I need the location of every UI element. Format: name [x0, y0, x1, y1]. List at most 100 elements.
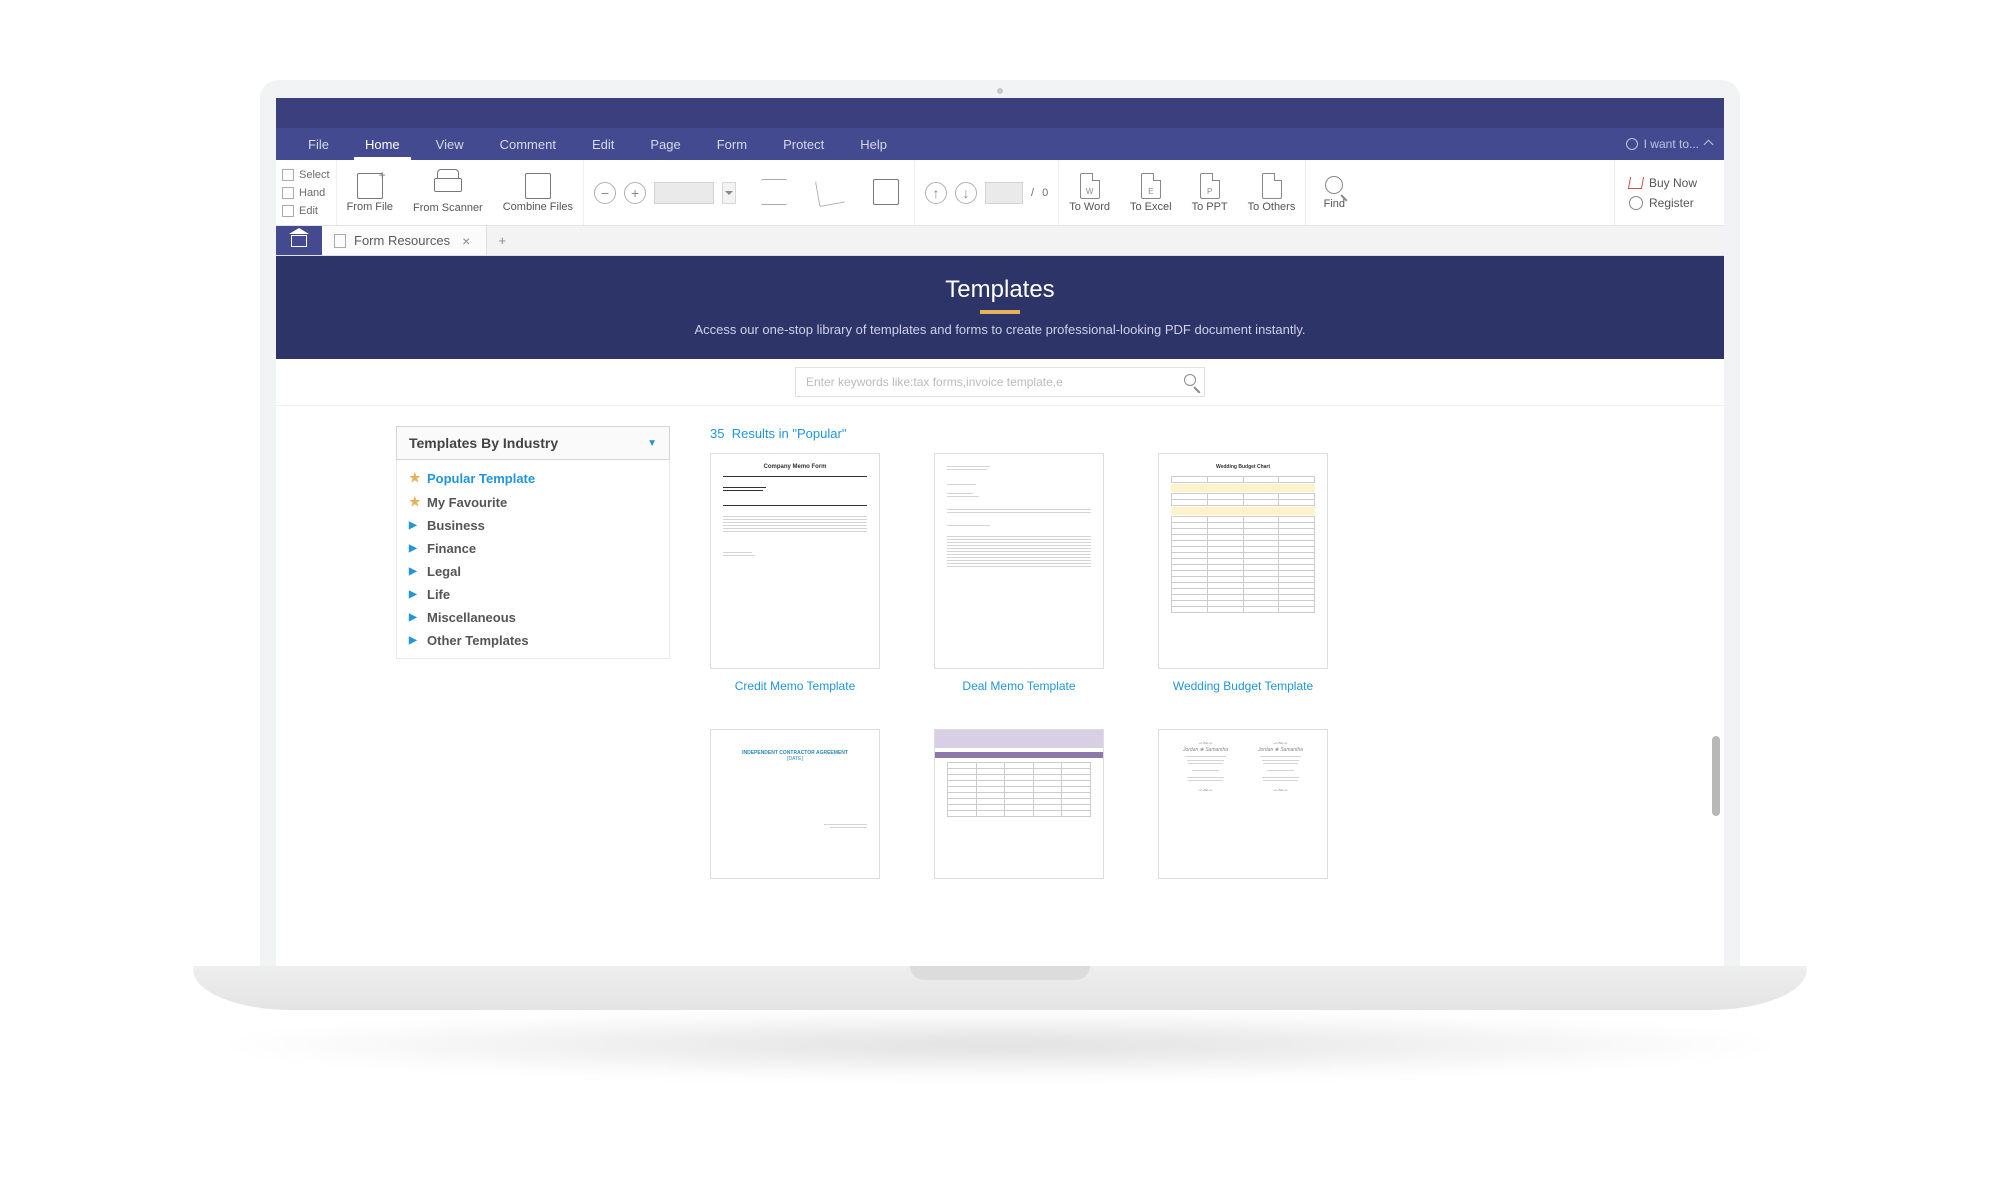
i-want-to[interactable]: I want to...	[1626, 137, 1724, 151]
arrow-right-icon: ▶	[409, 566, 419, 577]
present-button[interactable]	[858, 160, 914, 225]
page-total: 0	[1042, 187, 1048, 199]
others-doc-icon	[1262, 173, 1282, 199]
template-thumbnail	[934, 729, 1104, 879]
from-file-button[interactable]: From File	[337, 160, 403, 225]
menu-form[interactable]: Form	[699, 128, 765, 160]
word-doc-icon: W	[1080, 173, 1100, 199]
tool-edit[interactable]: Edit	[282, 202, 330, 220]
tool-hand[interactable]: Hand	[282, 184, 330, 202]
template-card[interactable]: ∽∾∽ Jordan ❀ Samantha ∽∾∽	[1158, 729, 1328, 879]
cart-icon	[1628, 177, 1644, 189]
menu-view[interactable]: View	[418, 128, 482, 160]
sidebar-header[interactable]: Templates By Industry ▼	[396, 426, 670, 460]
page-up-button[interactable]: ↑	[925, 182, 947, 204]
sidebar-item-popular-template[interactable]: ★ Popular Template	[397, 466, 669, 490]
ppt-doc-icon: P	[1200, 173, 1220, 199]
sidebar-item-other-templates[interactable]: ▶ Other Templates	[397, 629, 669, 652]
menu-file[interactable]: File	[290, 128, 347, 160]
ribbon-toolbar: Select Hand Edit From File From Scanner …	[276, 160, 1724, 226]
template-title: Deal Memo Template	[962, 679, 1075, 695]
cursor-icon	[282, 169, 294, 181]
zoom-level-field[interactable]	[654, 182, 714, 204]
home-tab[interactable]	[276, 226, 322, 255]
excel-doc-icon: E	[1141, 173, 1161, 199]
sidebar-item-finance[interactable]: ▶ Finance	[397, 537, 669, 560]
to-others-button[interactable]: To Others	[1238, 160, 1306, 225]
document-plus-icon	[357, 173, 383, 199]
search-box	[795, 367, 1205, 397]
doc-tab-label: Form Resources	[354, 233, 450, 248]
tool-select[interactable]: Select	[282, 166, 330, 184]
chevron-up-icon	[1704, 139, 1714, 149]
rotate-button[interactable]	[802, 160, 858, 225]
menu-protect[interactable]: Protect	[765, 128, 842, 160]
sidebar-item-business[interactable]: ▶ Business	[397, 514, 669, 537]
menu-bar: File Home View Comment Edit Page Form Pr…	[276, 128, 1724, 160]
sidebar-item-legal[interactable]: ▶ Legal	[397, 560, 669, 583]
zoom-dropdown[interactable]	[722, 182, 736, 204]
template-card[interactable]: INDEPENDENT CONTRACTOR AGREEMENT [DATE]	[710, 729, 880, 879]
menu-comment[interactable]: Comment	[482, 128, 574, 160]
template-title: Wedding Budget Template	[1173, 679, 1313, 695]
new-tab-button[interactable]: +	[487, 226, 517, 255]
to-word-button[interactable]: W To Word	[1059, 160, 1120, 225]
template-card[interactable]: Deal Memo Template	[934, 453, 1104, 695]
sidebar-item-life[interactable]: ▶ Life	[397, 583, 669, 606]
fit-width-icon	[761, 179, 787, 205]
menu-edit[interactable]: Edit	[574, 128, 632, 160]
page-subtitle: Access our one-stop library of templates…	[286, 322, 1714, 337]
ribbon-right-group: Buy Now Register	[1614, 160, 1724, 225]
menu-help[interactable]: Help	[842, 128, 905, 160]
menu-page[interactable]: Page	[632, 128, 698, 160]
zoom-out-button[interactable]: −	[594, 182, 616, 204]
page-separator: /	[1031, 187, 1034, 199]
lightbulb-icon	[1626, 138, 1638, 150]
magnifier-icon	[1325, 176, 1343, 194]
template-thumbnail	[934, 453, 1104, 669]
scrollbar-thumb[interactable]	[1712, 736, 1720, 816]
laptop-mockup: File Home View Comment Edit Page Form Pr…	[260, 80, 1740, 980]
to-ppt-button[interactable]: P To PPT	[1182, 160, 1238, 225]
arrow-right-icon: ▶	[409, 612, 419, 623]
search-button[interactable]	[1176, 368, 1204, 396]
template-card[interactable]: Wedding Budget Chart	[1158, 453, 1328, 695]
templates-hero: Templates Access our one-stop library of…	[276, 256, 1724, 359]
buy-now-button[interactable]: Buy Now	[1629, 176, 1710, 190]
sidebar-item-my-favourite[interactable]: ★ My Favourite	[397, 490, 669, 514]
arrow-right-icon: ▶	[409, 543, 419, 554]
page-nav: ↑ ↓ / 0	[915, 160, 1058, 225]
search-input[interactable]	[806, 375, 1176, 389]
page-number-field[interactable]	[985, 182, 1023, 204]
arrow-right-icon: ▶	[409, 520, 419, 531]
sidebar-item-miscellaneous[interactable]: ▶ Miscellaneous	[397, 606, 669, 629]
template-grid: Company Memo Form	[710, 453, 1684, 879]
template-thumbnail: Company Memo Form	[710, 453, 880, 669]
fit-width-button[interactable]	[746, 160, 802, 225]
template-thumbnail: Wedding Budget Chart	[1158, 453, 1328, 669]
combine-files-button[interactable]: Combine Files	[493, 160, 583, 225]
find-button[interactable]: Find	[1306, 160, 1362, 225]
window-titlebar	[276, 98, 1724, 128]
star-icon: ★	[409, 470, 419, 486]
template-card[interactable]: Company Memo Form	[710, 453, 880, 695]
template-card[interactable]	[934, 729, 1104, 879]
ribbon-tool-group: Select Hand Edit	[276, 160, 337, 225]
hand-icon	[282, 187, 294, 199]
from-scanner-button[interactable]: From Scanner	[403, 160, 493, 225]
close-tab-button[interactable]: ×	[458, 233, 474, 249]
template-thumbnail: ∽∾∽ Jordan ❀ Samantha ∽∾∽	[1158, 729, 1328, 879]
edit-icon	[282, 205, 294, 217]
arrow-right-icon: ▶	[409, 635, 419, 646]
category-sidebar: Templates By Industry ▼ ★ Popular Templa…	[396, 426, 670, 946]
register-button[interactable]: Register	[1629, 196, 1710, 210]
results-main: 35 Results in "Popular" Company Memo For…	[670, 426, 1684, 946]
star-icon: ★	[409, 494, 419, 510]
to-excel-button[interactable]: E To Excel	[1120, 160, 1182, 225]
content-area: Templates By Industry ▼ ★ Popular Templa…	[276, 406, 1724, 946]
doc-tab-form-resources[interactable]: Form Resources ×	[322, 226, 487, 255]
zoom-in-button[interactable]: +	[624, 182, 646, 204]
menu-home[interactable]: Home	[347, 128, 418, 160]
page-down-button[interactable]: ↓	[955, 182, 977, 204]
results-header: 35 Results in "Popular"	[710, 426, 1684, 441]
